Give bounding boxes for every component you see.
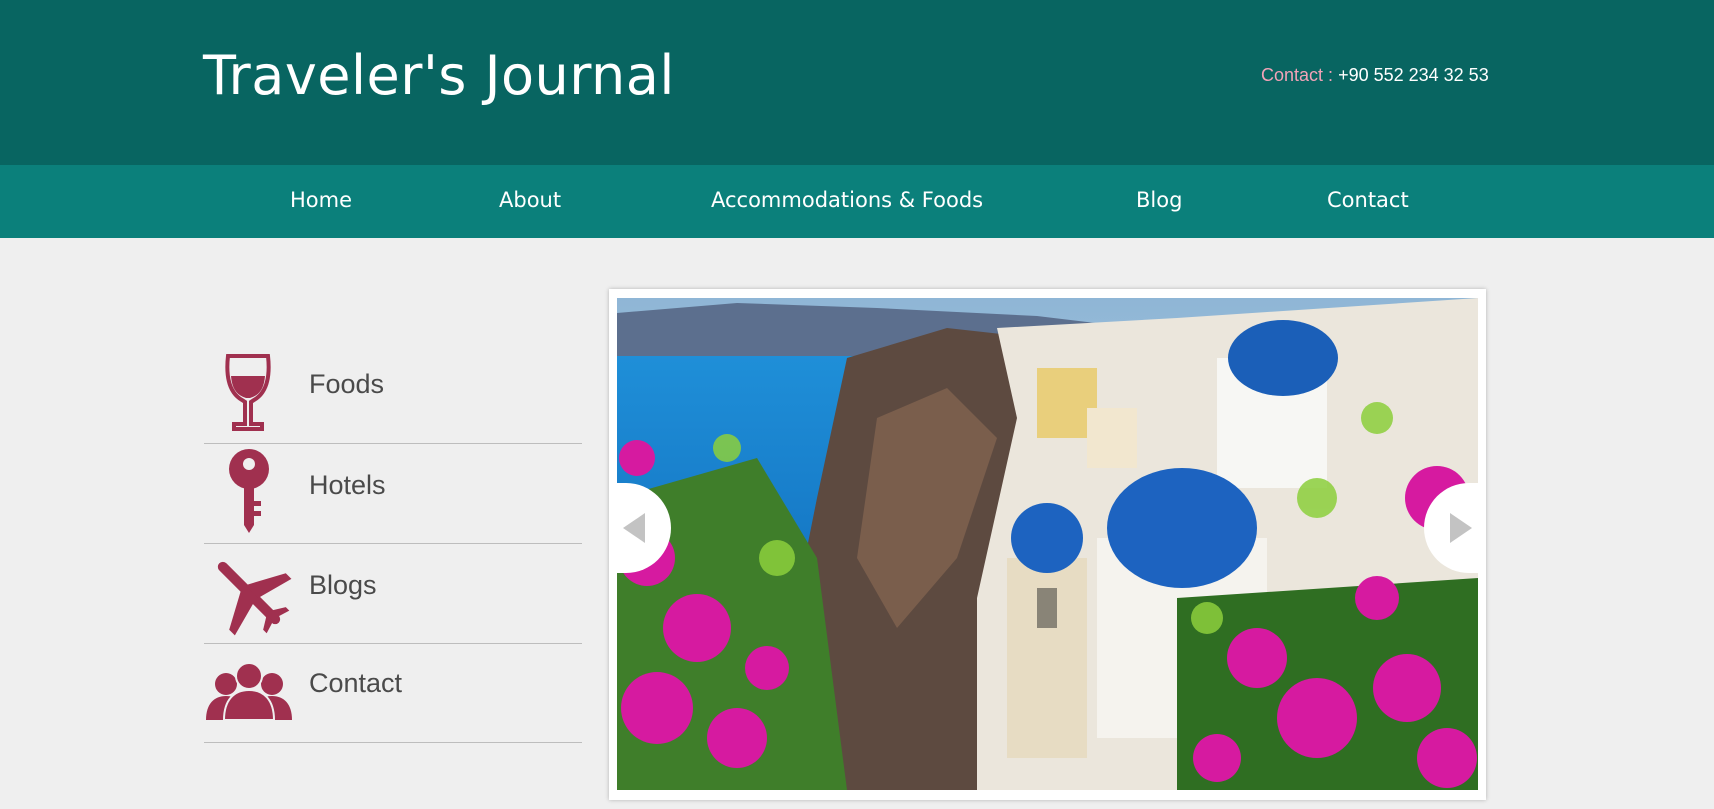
contact-phone[interactable]: +90 552 234 32 53 [1338,65,1489,85]
main-nav: Home About Accommodations & Foods Blog C… [0,165,1714,238]
side-menu-label: Blogs [309,570,377,600]
side-menu-label: Hotels [309,470,386,500]
wine-glass-icon [204,348,294,436]
side-menu-label: Foods [309,369,385,399]
chevron-left-icon [623,513,645,543]
side-menu-item-contact[interactable]: Contact [204,643,582,743]
chevron-right-icon [1450,513,1472,543]
nav-blog[interactable]: Blog [1136,188,1182,212]
site-title[interactable]: Traveler's Journal [203,44,675,107]
side-menu-label: Contact [309,668,403,698]
header-contact: Contact : +90 552 234 32 53 [1261,65,1489,86]
image-slider[interactable] [609,289,1486,800]
side-menu-item-blogs[interactable]: Blogs [204,544,582,644]
key-icon [204,447,294,535]
airplane-icon [204,549,294,637]
contact-label: Contact : [1261,65,1334,85]
side-menu-item-foods[interactable]: Foods [204,344,582,444]
people-icon [204,648,294,736]
site-header: Traveler's Journal Contact : +90 552 234… [0,0,1714,165]
nav-accommodations-foods[interactable]: Accommodations & Foods [711,188,983,212]
nav-contact[interactable]: Contact [1327,188,1409,212]
side-menu-item-hotels[interactable]: Hotels [204,444,582,544]
santorini-photo [617,298,1478,790]
nav-about[interactable]: About [499,188,561,212]
nav-home[interactable]: Home [290,188,352,212]
